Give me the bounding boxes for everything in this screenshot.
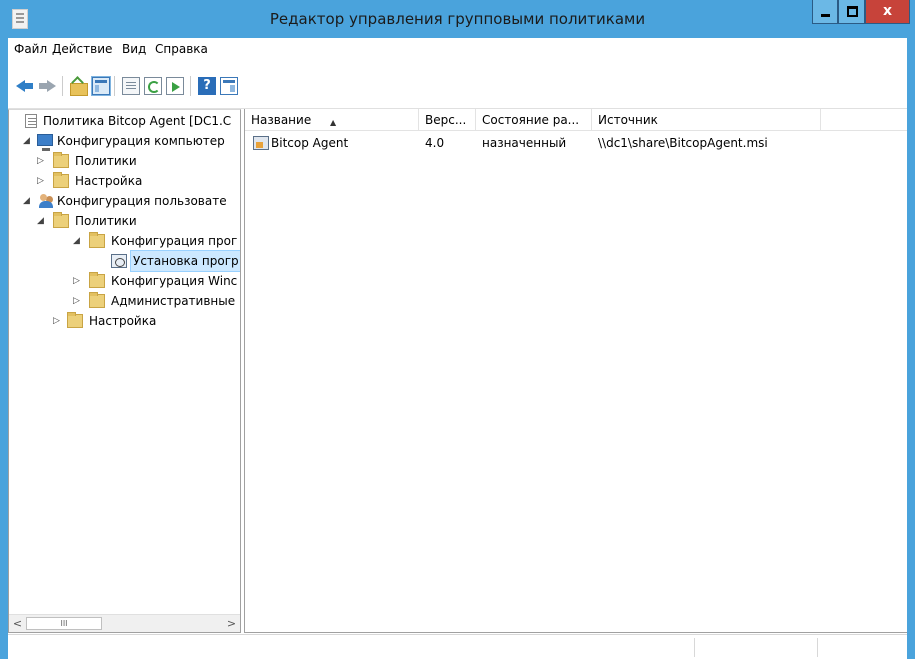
cell-version: 4.0: [425, 136, 445, 150]
toolbar-separator: [190, 76, 191, 96]
tree-item-label: Настройка: [75, 174, 143, 188]
cell-deployment-state: назначенный: [482, 136, 567, 150]
status-bar-divider: [817, 638, 818, 657]
properties-icon[interactable]: [220, 77, 238, 95]
folder-icon: [53, 212, 69, 228]
gpme-window: Редактор управления групповыми политикам…: [0, 0, 915, 660]
toolbar-separator: [62, 76, 63, 96]
folder-up-icon[interactable]: [70, 77, 88, 96]
details-pane[interactable]: Название ▲ Верс... Состояние ра... Источ…: [244, 109, 907, 633]
column-header-filler: [821, 109, 907, 131]
tree-item-label: Конфигурация пользовате: [57, 194, 227, 208]
collapse-arrow-icon[interactable]: ◢: [23, 191, 33, 211]
page-icon[interactable]: [122, 77, 140, 95]
help-icon[interactable]: ?: [198, 77, 216, 95]
back-icon[interactable]: [16, 77, 34, 95]
close-button[interactable]: x: [865, 0, 910, 24]
status-bar: [8, 634, 907, 660]
tree-item-windows-settings[interactable]: ▷ Конфигурация Winc: [9, 271, 240, 291]
tree-item-computer-config[interactable]: ◢ Конфигурация компьютер: [9, 131, 240, 151]
forward-icon[interactable]: [38, 77, 56, 95]
cell-name: Bitcop Agent: [271, 136, 349, 150]
cell-source: \\dc1\share\BitcopAgent.msi: [598, 136, 768, 150]
window-title: Редактор управления групповыми политикам…: [269, 10, 646, 28]
tree-item-label: Конфигурация прог: [111, 234, 238, 248]
expand-arrow-icon[interactable]: ▷: [73, 271, 83, 291]
scroll-right-icon[interactable]: >: [224, 616, 239, 631]
toolbar-separator: [114, 76, 115, 96]
tree-item-label: Настройка: [89, 314, 157, 328]
folder-icon: [53, 172, 69, 188]
tree-item-admin-templates[interactable]: ▷ Административные: [9, 291, 240, 311]
horizontal-scrollbar[interactable]: < III >: [9, 614, 240, 632]
software-installation-icon: [111, 254, 127, 268]
column-header-deployment-state[interactable]: Состояние ра...: [476, 109, 592, 131]
column-header-source[interactable]: Источник: [592, 109, 821, 131]
menu-bar: Файл Действие Вид Справка: [8, 38, 907, 60]
minimize-button[interactable]: [812, 0, 838, 24]
computer-icon: [37, 134, 53, 151]
sort-ascending-icon: ▲: [330, 118, 337, 127]
tree-item-software-installation[interactable]: Установка прогр: [9, 250, 240, 272]
show-hide-console-tree-icon[interactable]: [91, 76, 111, 96]
folder-icon: [89, 232, 105, 248]
tree-item-software-settings[interactable]: ◢ Конфигурация прог: [9, 231, 240, 251]
folder-icon: [53, 152, 69, 168]
export-list-icon[interactable]: [166, 77, 184, 95]
expand-arrow-icon[interactable]: ▷: [53, 311, 63, 331]
folder-icon: [89, 292, 105, 308]
tree-item-label: Установка прогр: [130, 250, 240, 272]
menu-file[interactable]: Файл: [14, 38, 47, 60]
window-frame-left: [0, 38, 8, 659]
column-header-name[interactable]: Название ▲: [245, 109, 419, 131]
expand-arrow-icon[interactable]: ▷: [37, 151, 47, 171]
tree-item-label: Конфигурация компьютер: [57, 134, 225, 148]
window-frame-right: [907, 38, 915, 659]
menu-action[interactable]: Действие: [52, 38, 112, 60]
tree-item-label: Политики: [75, 214, 137, 228]
collapse-arrow-icon[interactable]: ◢: [73, 231, 83, 251]
expand-arrow-icon[interactable]: ▷: [37, 171, 47, 191]
policy-icon: [25, 114, 37, 128]
collapse-arrow-icon[interactable]: ◢: [37, 211, 47, 231]
column-header-version[interactable]: Верс...: [419, 109, 476, 131]
maximize-button[interactable]: [838, 0, 865, 24]
tree-item-label: Политика Bitcop Agent [DC1.C: [43, 114, 232, 128]
menu-help[interactable]: Справка: [155, 38, 208, 60]
tree-item-policy[interactable]: Политика Bitcop Agent [DC1.C: [9, 111, 240, 131]
scroll-left-icon[interactable]: <: [10, 616, 25, 631]
tree-item-user-policies[interactable]: ◢ Политики: [9, 211, 240, 231]
refresh-icon[interactable]: [144, 77, 162, 95]
column-header-label: Название: [251, 113, 312, 127]
title-bar[interactable]: Редактор управления групповыми политикам…: [0, 0, 915, 38]
tree-item-computer-preferences[interactable]: ▷ Настройка: [9, 171, 240, 191]
users-icon: [39, 194, 55, 208]
expand-arrow-icon[interactable]: ▷: [73, 291, 83, 311]
tree-item-user-preferences[interactable]: ▷ Настройка: [9, 311, 240, 331]
tree-item-user-config[interactable]: ◢ Конфигурация пользовате: [9, 191, 240, 211]
folder-icon: [67, 312, 83, 328]
status-bar-divider: [694, 638, 695, 657]
collapse-arrow-icon[interactable]: ◢: [23, 131, 33, 151]
tree-item-label: Конфигурация Winc: [111, 274, 238, 288]
toolbar: ?: [8, 60, 907, 109]
folder-icon: [89, 272, 105, 288]
scroll-thumb[interactable]: III: [26, 617, 102, 630]
menu-view[interactable]: Вид: [122, 38, 146, 60]
tree-item-label: Административные: [111, 294, 236, 308]
tree-item-label: Политики: [75, 154, 137, 168]
console-tree[interactable]: Политика Bitcop Agent [DC1.C ◢ Конфигура…: [8, 109, 241, 633]
tree-item-computer-policies[interactable]: ▷ Политики: [9, 151, 240, 171]
